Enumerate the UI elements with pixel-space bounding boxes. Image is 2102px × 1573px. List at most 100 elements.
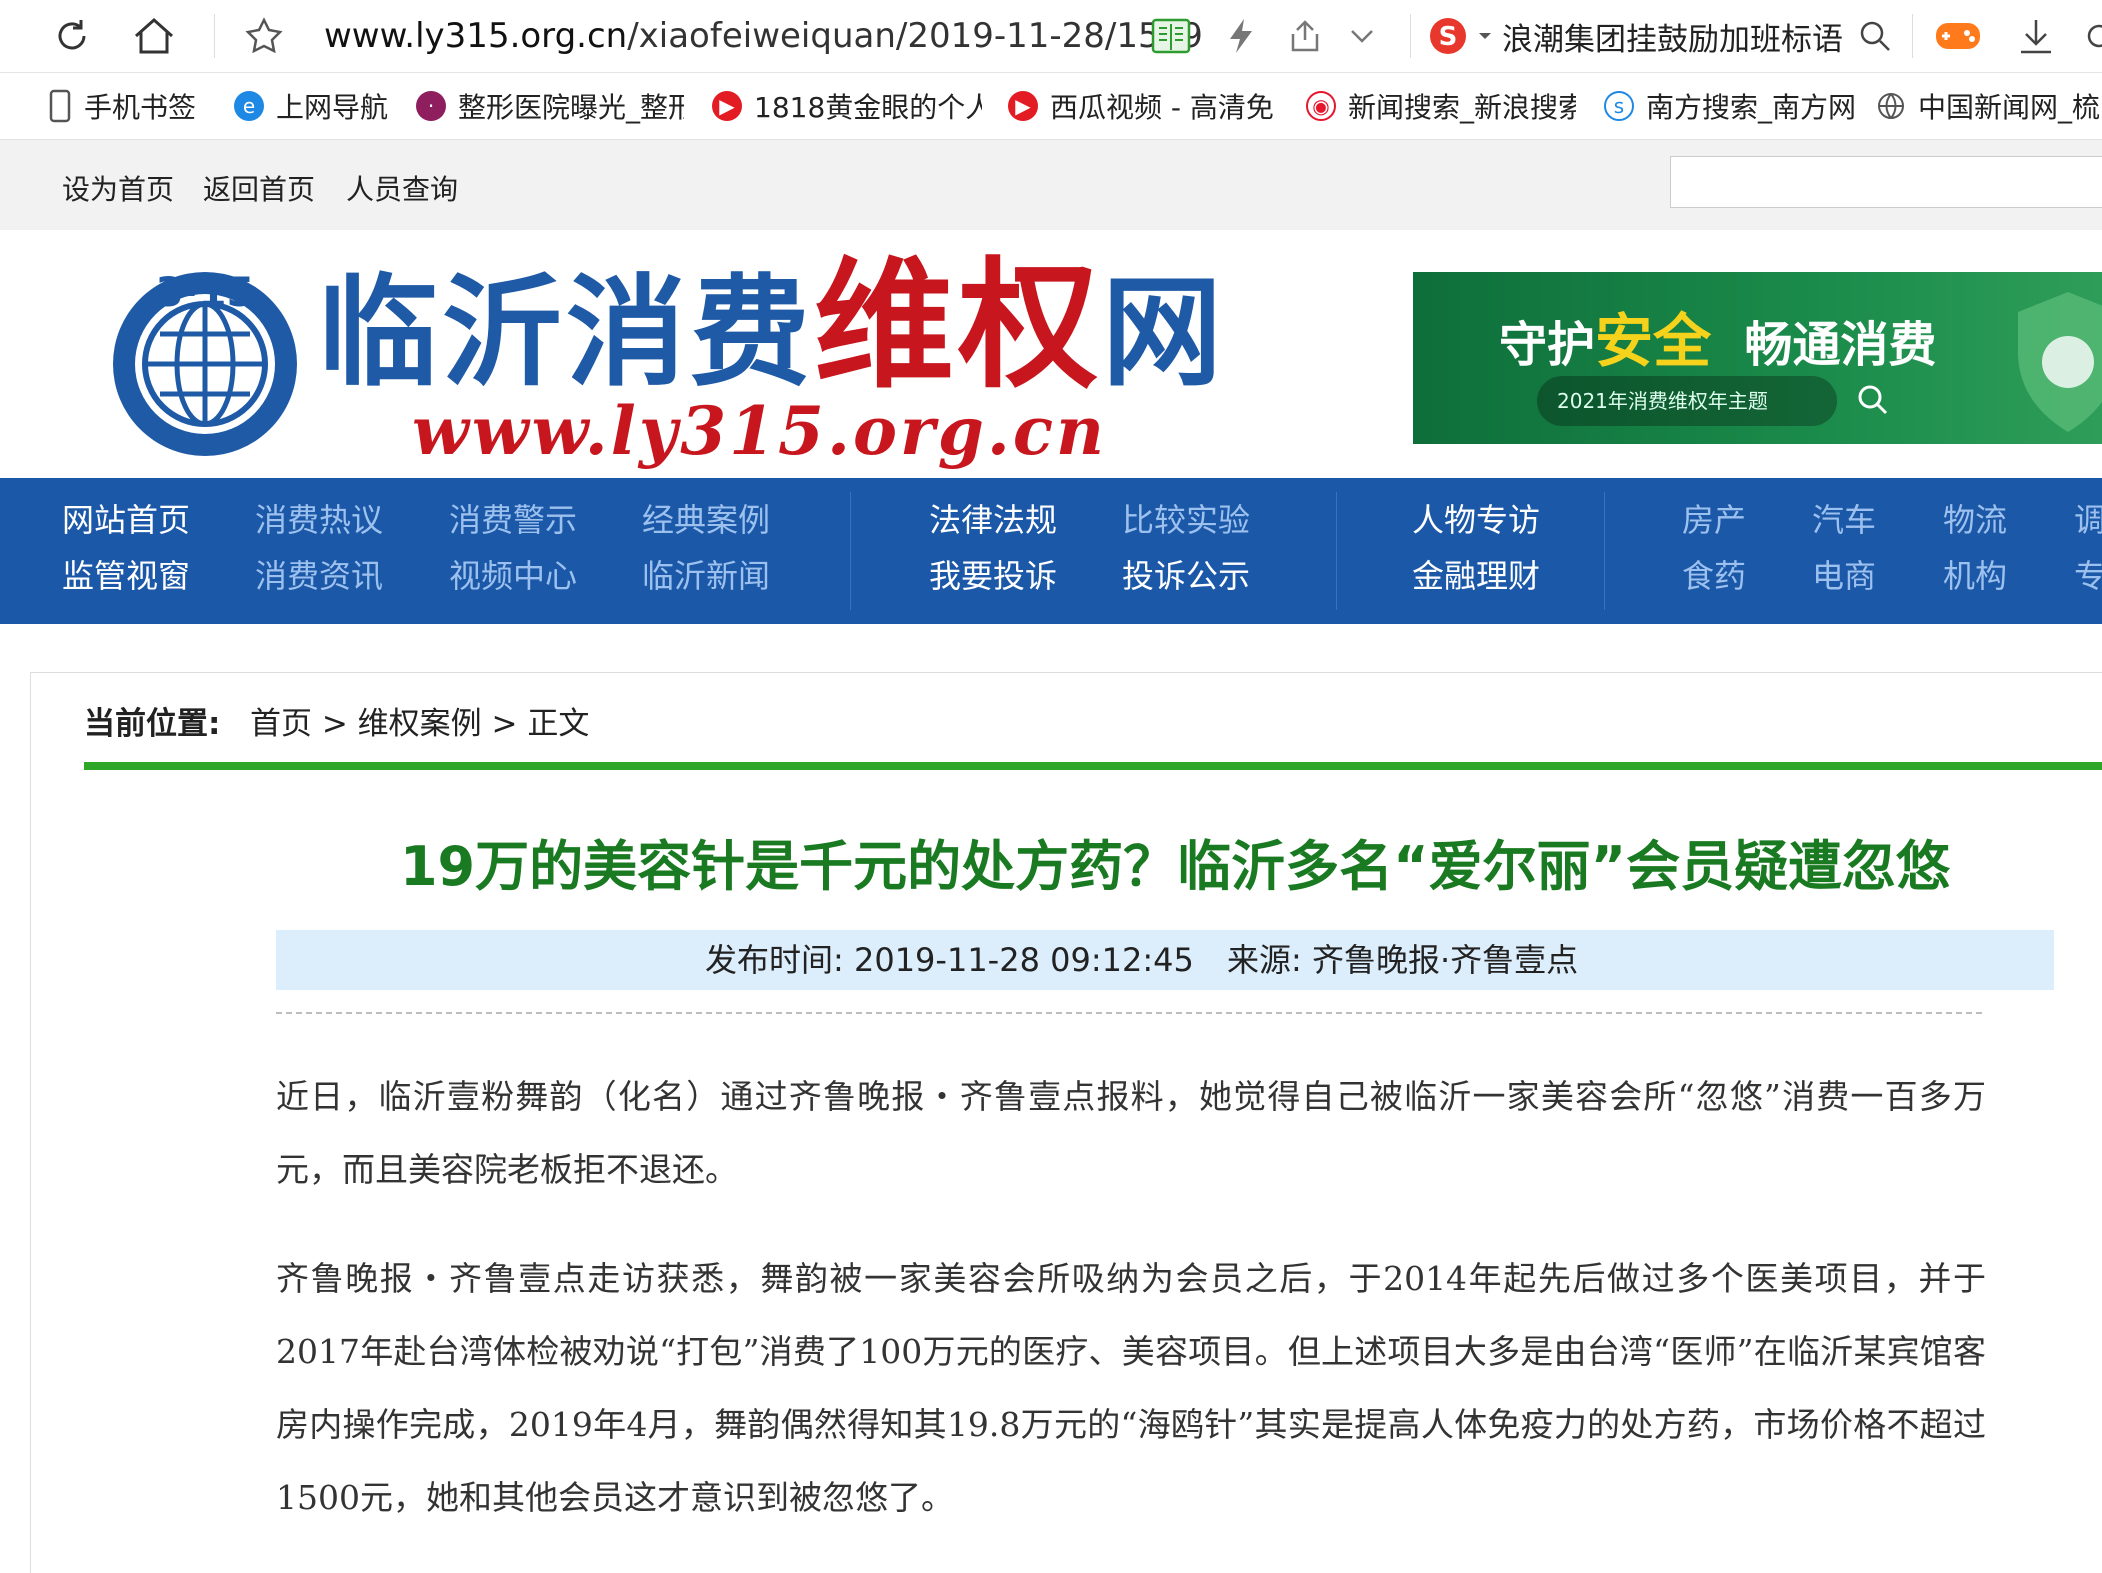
nav-item-law[interactable]: 法律法规 (929, 500, 1057, 540)
nav-item-linyi-news[interactable]: 临沂新闻 (642, 556, 770, 596)
nav-item-ecommerce[interactable]: 电商 (1812, 556, 1876, 596)
source-label: 来源: (1227, 941, 1302, 979)
nav-item-food-drug[interactable]: 食药 (1682, 556, 1746, 596)
bookmarks-bar: 手机书签 e 上网导航 · 整形医院曝光_整形 ▶ 1818黄金眼的个人 ▶ 西… (0, 73, 2102, 140)
article-meta: 发布时间: 2019-11-28 09:12:45 来源: 齐鲁晚报·齐鲁壹点 (276, 930, 2054, 990)
nav-item-hot[interactable]: 消费热议 (255, 500, 383, 540)
site-header: 3·15 临沂消费维权网 www.ly315.org.cn 守护安全 畅通消费 … (0, 230, 2102, 478)
nav-item-home[interactable]: 网站首页 (62, 500, 190, 540)
logo-name-b: 维权 (814, 245, 1103, 408)
nav-item-auto[interactable]: 汽车 (1812, 500, 1876, 540)
bookmark-label: 手机书签 (84, 91, 197, 124)
xigua-video-icon: ▶ (1008, 91, 1038, 121)
banner-theme-text: 2021年消费维权年主题 (1557, 389, 1768, 413)
breadcrumb-current: 正文 (527, 706, 590, 742)
nav-item-video[interactable]: 视频中心 (449, 556, 577, 596)
bookmark-item[interactable]: e 上网导航 (234, 81, 394, 131)
nav-item-interviews[interactable]: 人物专访 (1412, 500, 1540, 540)
publish-info: 发布时间: 2019-11-28 09:12:45 (705, 930, 1194, 990)
nav-item-logistics[interactable]: 物流 (1943, 500, 2007, 540)
breadcrumb-label: 当前位置: (84, 706, 221, 742)
south-search-icon: s (1604, 91, 1634, 121)
bookmark-item[interactable]: ▶ 1818黄金眼的个人 (712, 81, 982, 131)
reader-mode-icon[interactable] (1146, 8, 1196, 64)
nav-item-complaint-public[interactable]: 投诉公示 (1122, 556, 1250, 596)
nav-item-finance[interactable]: 金融理财 (1412, 556, 1540, 596)
logo-name-a: 临沂消费 (318, 264, 814, 403)
set-homepage-link[interactable]: 设为首页 (62, 168, 174, 208)
banner-slogan-c: 畅通消费 (1744, 317, 1937, 373)
engine-dropdown-icon[interactable] (1478, 31, 1492, 41)
bookmark-item[interactable]: ▶ 西瓜视频 - 高清免 (1008, 81, 1278, 131)
svg-text:S: S (1439, 22, 1458, 52)
nav-item-institutions[interactable]: 机构 (1943, 556, 2007, 596)
site-top-bar: 设为首页 返回首页 人员查询 (0, 140, 2102, 230)
browser-toolbar: www.ly315.org.cn/xiaofeiweiquan/2019-11-… (0, 0, 2102, 73)
bookmark-item[interactable]: · 整形医院曝光_整形 (416, 81, 684, 131)
site-favicon-icon: · (416, 91, 446, 121)
bookmark-label: 上网导航 (276, 91, 389, 124)
breadcrumb-sep: > (491, 706, 518, 742)
bookmark-item[interactable]: 中国新闻网_梳 (1876, 81, 2102, 131)
consumer-315-logo-icon[interactable]: 3·15 (100, 254, 310, 460)
bookmark-label: 南方搜索_南方网 (1646, 91, 1857, 124)
source-name: 齐鲁晚报·齐鲁壹点 (1311, 941, 1579, 979)
logo-name-c: 网 (1102, 264, 1227, 403)
theme-banner[interactable]: 守护安全 畅通消费 2021年消费维权年主题 (1413, 272, 2102, 444)
nav-item-experiments[interactable]: 比较实验 (1122, 500, 1250, 540)
menu-icon[interactable] (2080, 8, 2102, 64)
banner-slogan-b: 安全 (1595, 307, 1712, 375)
download-icon[interactable] (2008, 8, 2064, 64)
breadcrumb-home[interactable]: 首页 (250, 706, 312, 742)
search-hint: 浪潮集团挂鼓励加班标语 (1502, 21, 1843, 58)
banner-theme-box: 2021年消费维权年主题 (1537, 376, 1888, 426)
logo-badge-text: 3·15 (156, 270, 255, 316)
source-info: 来源: 齐鲁晚报·齐鲁壹点 (1227, 930, 1578, 990)
article-title: 19万的美容针是千元的处方药？临沂多名“爱尔丽”会员疑遭忽悠 (399, 835, 1951, 898)
url-host: www.ly315.org.cn (324, 16, 628, 56)
nav-item-realestate[interactable]: 房产 (1682, 500, 1746, 540)
bookmark-label: 1818黄金眼的个人 (754, 91, 982, 124)
sogou-search-icon[interactable]: S (1428, 16, 1468, 56)
publish-label: 发布时间: (705, 941, 844, 979)
meta-divider (276, 1012, 1982, 1014)
nav-item-info[interactable]: 消费资讯 (255, 556, 383, 596)
play-icon: ▶ (712, 91, 742, 121)
breadcrumb: 当前位置: 首页 > 维权案例 > 正文 (84, 698, 589, 743)
staff-query-link[interactable]: 人员查询 (346, 168, 458, 208)
back-home-link[interactable]: 返回首页 (203, 168, 315, 208)
bookmark-item[interactable]: 手机书签 (48, 81, 218, 131)
article-paragraph: 近日，临沂壹粉舞韵（化名）通过齐鲁晚报・齐鲁壹点报料，她觉得自己被临沂一家美容会… (276, 1077, 1986, 1189)
phone-icon (49, 89, 71, 123)
article-paragraph: 齐鲁晚报・齐鲁壹点走访获悉，舞韵被一家美容会所吸纳为会员之后，于2014年起先后… (276, 1259, 1986, 1517)
breadcrumb-category[interactable]: 维权案例 (358, 706, 482, 742)
nav-item-cases[interactable]: 经典案例 (642, 500, 770, 540)
banner-slogan: 守护安全 畅通消费 (1499, 294, 1936, 378)
main-nav: 网站首页 监管视窗 消费热议 消费资讯 消费警示 视频中心 经典案例 临沂新闻 … (0, 478, 2102, 624)
lightning-icon[interactable] (1216, 8, 1266, 64)
bookmark-item[interactable]: ◉ 新闻搜索_新浪搜索 (1306, 81, 1576, 131)
search-icon[interactable] (1850, 8, 1900, 64)
bookmark-star-icon[interactable] (236, 8, 292, 64)
share-icon[interactable] (1280, 8, 1330, 64)
search-engine-box[interactable]: S 浪潮集团挂鼓励加班标语 (1428, 10, 1843, 62)
refresh-icon[interactable] (44, 8, 100, 64)
chevron-down-icon[interactable] (1340, 8, 1384, 64)
address-bar[interactable]: www.ly315.org.cn/xiaofeiweiquan/2019-11-… (324, 12, 1203, 60)
nav-item-regulation[interactable]: 监管视窗 (62, 556, 190, 596)
nav-item-special[interactable]: 专 (2074, 556, 2102, 596)
site-logo-name[interactable]: 临沂消费维权网 (318, 250, 1226, 404)
publish-time: 2019-11-28 09:12:45 (853, 941, 1194, 979)
bookmark-label: 中国新闻网_梳 (1918, 91, 2101, 124)
nav-item-warning[interactable]: 消费警示 (449, 500, 577, 540)
bookmark-label: 西瓜视频 - 高清免 (1050, 91, 1274, 124)
shield-decoration-icon (2018, 292, 2102, 432)
game-controller-icon[interactable] (1930, 8, 1986, 64)
nav-item-survey[interactable]: 调 (2074, 500, 2102, 540)
site-search-input[interactable] (1670, 156, 2102, 208)
bookmark-label: 整形医院曝光_整形 (458, 91, 684, 124)
nav-item-complain[interactable]: 我要投诉 (929, 556, 1057, 596)
home-icon[interactable] (126, 8, 182, 64)
url-path: /xiaofeiweiquan/2019-11-28/1549 (627, 16, 1203, 56)
bookmark-item[interactable]: s 南方搜索_南方网 (1604, 81, 1860, 131)
